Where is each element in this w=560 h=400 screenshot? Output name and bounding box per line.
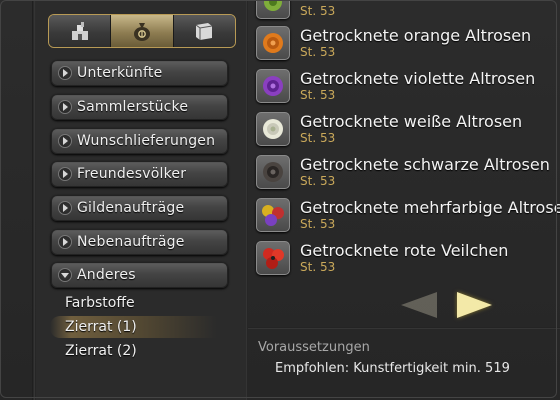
subcategory-ornaments-1[interactable]: Zierrat (1) (50, 316, 225, 338)
category-label: Freundesvölker (77, 166, 187, 182)
item-level: St. 53 (300, 260, 336, 274)
red-violet-flower-icon (256, 241, 290, 275)
next-page-arrow-icon[interactable] (457, 292, 492, 318)
item-level: St. 53 (300, 88, 336, 102)
money-bag-icon (133, 23, 150, 41)
list-item[interactable]: St. 53 (256, 0, 560, 27)
category-button-other[interactable]: Anderes (51, 262, 228, 288)
category-button-beast-tribes[interactable]: Freundesvölker (51, 161, 228, 187)
category-label: Sammlerstücke (77, 99, 189, 115)
orange-flower-icon (256, 26, 290, 60)
collapse-arrow-icon (58, 268, 72, 282)
white-flower-icon (256, 112, 290, 146)
requirements-value: Empfohlen: Kunstfertigkeit min. 519 (275, 361, 510, 376)
expand-arrow-icon (58, 100, 72, 114)
category-label: Wunschlieferungen (77, 133, 216, 149)
category-button-guild-leves[interactable]: Gildenaufträge (51, 195, 228, 221)
requirements-heading: Voraussetzungen (258, 340, 370, 355)
violet-flower-icon (256, 69, 290, 103)
item-name: Getrocknete schwarze Altrosen (300, 155, 550, 174)
item-name: Getrocknete rote Veilchen (300, 241, 509, 260)
list-item[interactable]: Getrocknete orange Altrosen St. 53 (256, 26, 560, 68)
crafting-log-window: Unterkünfte Sammlerstücke Wunschlieferun… (0, 0, 560, 400)
multicolor-flower-icon (256, 198, 290, 232)
filter-tab-book[interactable] (173, 15, 235, 47)
section-divider (248, 327, 560, 329)
item-level: St. 53 (300, 174, 336, 188)
filter-tab-group (48, 14, 236, 48)
expand-arrow-icon (58, 235, 72, 249)
category-label: Unterkünfte (77, 65, 163, 81)
window-edge (32, 0, 35, 400)
list-item[interactable]: Getrocknete weiße Altrosen St. 53 (256, 112, 560, 154)
item-level: St. 53 (300, 4, 336, 18)
list-item[interactable]: Getrocknete violette Altrosen St. 53 (256, 69, 560, 111)
item-level: St. 53 (300, 217, 336, 231)
list-item[interactable]: Getrocknete mehrfarbige Altrosen St. 53 (256, 198, 560, 240)
item-name: Getrocknete violette Altrosen (300, 69, 536, 88)
category-label: Anderes (77, 267, 136, 283)
item-name: Getrocknete weiße Altrosen (300, 112, 523, 131)
item-name: Getrocknete mehrfarbige Altrosen (300, 198, 560, 217)
category-label: Nebenaufträge (77, 234, 185, 250)
category-button-custom-deliveries[interactable]: Wunschlieferungen (51, 128, 228, 154)
expand-arrow-icon (58, 167, 72, 181)
category-button-accommodations[interactable]: Unterkünfte (51, 60, 228, 86)
book-icon (196, 23, 213, 40)
category-label: Gildenaufträge (77, 200, 185, 216)
item-name: Getrocknete orange Altrosen (300, 26, 532, 45)
subcategory-ornaments-2[interactable]: Zierrat (2) (50, 340, 225, 362)
list-item[interactable]: Getrocknete schwarze Altrosen St. 53 (256, 155, 560, 197)
subcategory-dyes[interactable]: Farbstoffe (50, 292, 225, 314)
black-flower-icon (256, 155, 290, 189)
filter-tab-housing[interactable] (49, 15, 112, 47)
filter-tab-gil[interactable] (111, 15, 174, 47)
expand-arrow-icon (58, 201, 72, 215)
previous-page-arrow-icon[interactable] (401, 292, 437, 318)
flower-item-icon (256, 0, 290, 19)
item-level: St. 53 (300, 131, 336, 145)
house-icon (71, 22, 88, 40)
category-button-side-quests[interactable]: Nebenaufträge (51, 229, 228, 255)
expand-arrow-icon (58, 66, 72, 80)
item-level: St. 53 (300, 45, 336, 59)
expand-arrow-icon (58, 134, 72, 148)
category-button-collectables[interactable]: Sammlerstücke (51, 94, 228, 120)
list-item[interactable]: Getrocknete rote Veilchen St. 53 (256, 241, 560, 283)
